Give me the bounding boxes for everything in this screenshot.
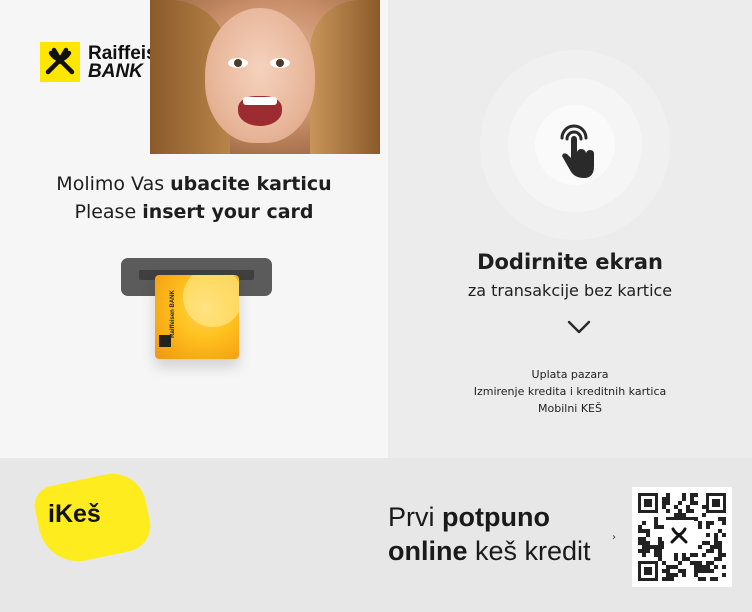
- banner-photo-hair-right: [310, 0, 380, 154]
- card-logo-icon: [159, 335, 171, 347]
- banner-photo-teeth: [243, 97, 277, 105]
- qr-raiffeisen-icon: [664, 520, 694, 550]
- insert-card-instruction: Molimo Vas ubacite karticu Please insert…: [0, 170, 388, 226]
- banner-photo-eye: [228, 58, 248, 68]
- promo-line2-bold: online: [388, 536, 468, 566]
- service-item[interactable]: Uplata pazara: [388, 366, 752, 383]
- chevron-down-icon[interactable]: [566, 319, 592, 335]
- bank-card-icon: Raiffeisen BANK: [155, 275, 239, 359]
- atm-screen[interactable]: Raiffeisen BANK Molimo Vas ubacite karti…: [0, 0, 752, 612]
- promo-line2-regular: keš kredit: [467, 536, 591, 566]
- touch-hand-icon[interactable]: [552, 122, 600, 182]
- service-item[interactable]: Mobilni KEŠ: [388, 400, 752, 417]
- promo-text[interactable]: Prvi potpuno online keš kredit: [388, 500, 628, 568]
- promo-arrow-icon[interactable]: ›: [612, 532, 616, 543]
- ikes-badge: iKeš: [48, 500, 101, 528]
- touch-subtitle[interactable]: za transakcije bez kartice: [388, 281, 752, 300]
- touch-title[interactable]: Dodirnite ekran: [388, 250, 752, 274]
- cardless-services-list[interactable]: Uplata pazara Izmirenje kredita i kredit…: [388, 366, 752, 417]
- insert-line1-regular: Molimo Vas: [56, 173, 171, 195]
- card-decoration: [183, 275, 239, 327]
- promo-line1-regular: Prvi: [388, 502, 442, 532]
- banner-photo-eye: [270, 58, 290, 68]
- card-brand-label: Raiffeisen BANK: [169, 290, 176, 338]
- promo-line1-bold: potpuno: [442, 502, 550, 532]
- raiffeisen-logo-icon: [40, 42, 80, 82]
- insert-line2-regular: Please: [74, 201, 143, 223]
- service-item[interactable]: Izmirenje kredita i kreditnih kartica: [388, 383, 752, 400]
- logo-bank: BANK: [88, 61, 143, 82]
- insert-line1-bold: ubacite karticu: [170, 173, 332, 195]
- insert-line2-bold: insert your card: [142, 201, 314, 223]
